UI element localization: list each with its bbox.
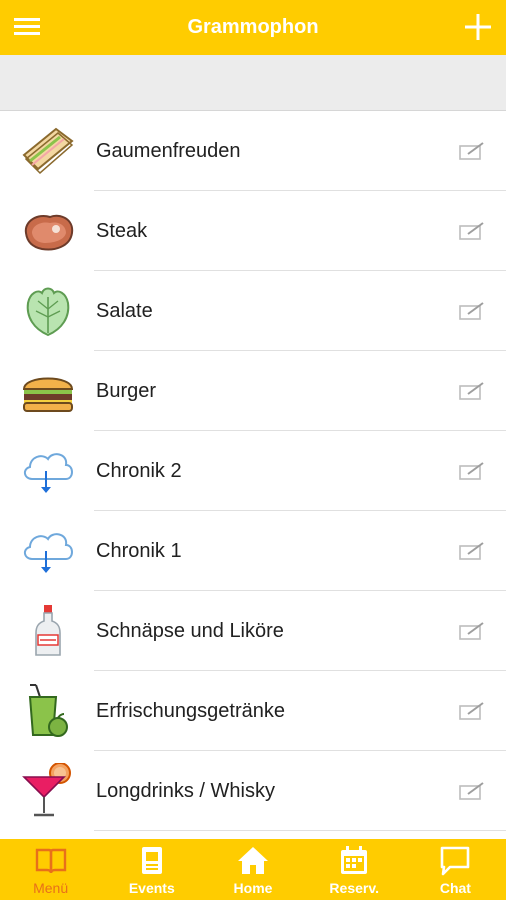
list-item-longdrinks-whisky[interactable]: Longdrinks / Whisky bbox=[0, 751, 506, 831]
sandwich-icon bbox=[20, 123, 76, 179]
list-item-salate[interactable]: Salate bbox=[0, 271, 506, 351]
tab-label: Chat bbox=[439, 880, 471, 896]
edit-icon[interactable] bbox=[458, 780, 486, 802]
list-item-label: Steak bbox=[96, 220, 148, 242]
chat-bubble-icon bbox=[438, 845, 472, 877]
list-item-steak[interactable]: Steak bbox=[0, 191, 506, 271]
calendar-icon bbox=[337, 845, 371, 877]
list-item-label: Chronik 2 bbox=[96, 460, 182, 482]
edit-icon[interactable] bbox=[458, 460, 486, 482]
burger-icon bbox=[20, 363, 76, 419]
app-title: Grammophon bbox=[187, 16, 319, 38]
cloud-download-icon bbox=[20, 443, 76, 499]
tab-label: Events bbox=[128, 880, 175, 896]
cocktail-icon bbox=[20, 762, 76, 819]
list-item-erfrischungsgetraenke[interactable]: Erfrischungsgetränke bbox=[0, 671, 506, 751]
document-icon bbox=[135, 845, 169, 877]
edit-icon[interactable] bbox=[458, 140, 486, 162]
edit-icon[interactable] bbox=[458, 700, 486, 722]
juice-glass-icon bbox=[20, 683, 76, 739]
bottom-navigation: Menü Events Home Reserv. Chat bbox=[0, 839, 506, 900]
tab-reservation[interactable]: Reserv. bbox=[304, 839, 405, 900]
menu-category-list: Gaumenfreuden Steak Salate Burger Chroni… bbox=[0, 111, 506, 839]
tab-home[interactable]: Home bbox=[202, 839, 303, 900]
tab-events[interactable]: Events bbox=[101, 839, 202, 900]
tab-chat[interactable]: Chat bbox=[405, 839, 506, 900]
list-item-label: Gaumenfreuden bbox=[96, 140, 241, 162]
tab-label: Home bbox=[233, 880, 273, 896]
edit-icon[interactable] bbox=[458, 380, 486, 402]
tab-menu[interactable]: Menü bbox=[0, 839, 101, 900]
divider bbox=[94, 830, 506, 831]
list-item-chronik-2[interactable]: Chronik 2 bbox=[0, 431, 506, 511]
app-header: Grammophon bbox=[0, 0, 506, 55]
list-item-label: Chronik 1 bbox=[96, 540, 182, 562]
edit-icon[interactable] bbox=[458, 220, 486, 242]
list-item-label: Burger bbox=[96, 380, 157, 402]
edit-icon[interactable] bbox=[458, 300, 486, 322]
tab-label: Reserv. bbox=[329, 880, 379, 896]
lettuce-icon bbox=[20, 283, 76, 339]
plus-icon[interactable] bbox=[462, 11, 494, 43]
list-item-chronik-1[interactable]: Chronik 1 bbox=[0, 511, 506, 591]
edit-icon[interactable] bbox=[458, 540, 486, 562]
list-item-burger[interactable]: Burger bbox=[0, 351, 506, 431]
list-item-label: Schnäpse und Liköre bbox=[96, 620, 284, 642]
list-item-schnaepse-und-likoere[interactable]: Schnäpse und Liköre bbox=[0, 591, 506, 671]
book-icon bbox=[34, 845, 68, 877]
subheader-bar bbox=[0, 55, 506, 111]
list-item-label: Erfrischungsgetränke bbox=[96, 700, 285, 722]
steak-icon bbox=[20, 203, 76, 259]
cloud-download-icon bbox=[20, 523, 76, 579]
edit-icon[interactable] bbox=[458, 620, 486, 642]
list-item-label: Salate bbox=[96, 300, 153, 322]
list-item-label: Longdrinks / Whisky bbox=[96, 780, 275, 802]
tab-label: Menü bbox=[33, 880, 69, 896]
home-icon bbox=[236, 845, 270, 877]
list-item-gaumenfreuden[interactable]: Gaumenfreuden bbox=[0, 111, 506, 191]
liquor-bottle-icon bbox=[20, 603, 76, 659]
